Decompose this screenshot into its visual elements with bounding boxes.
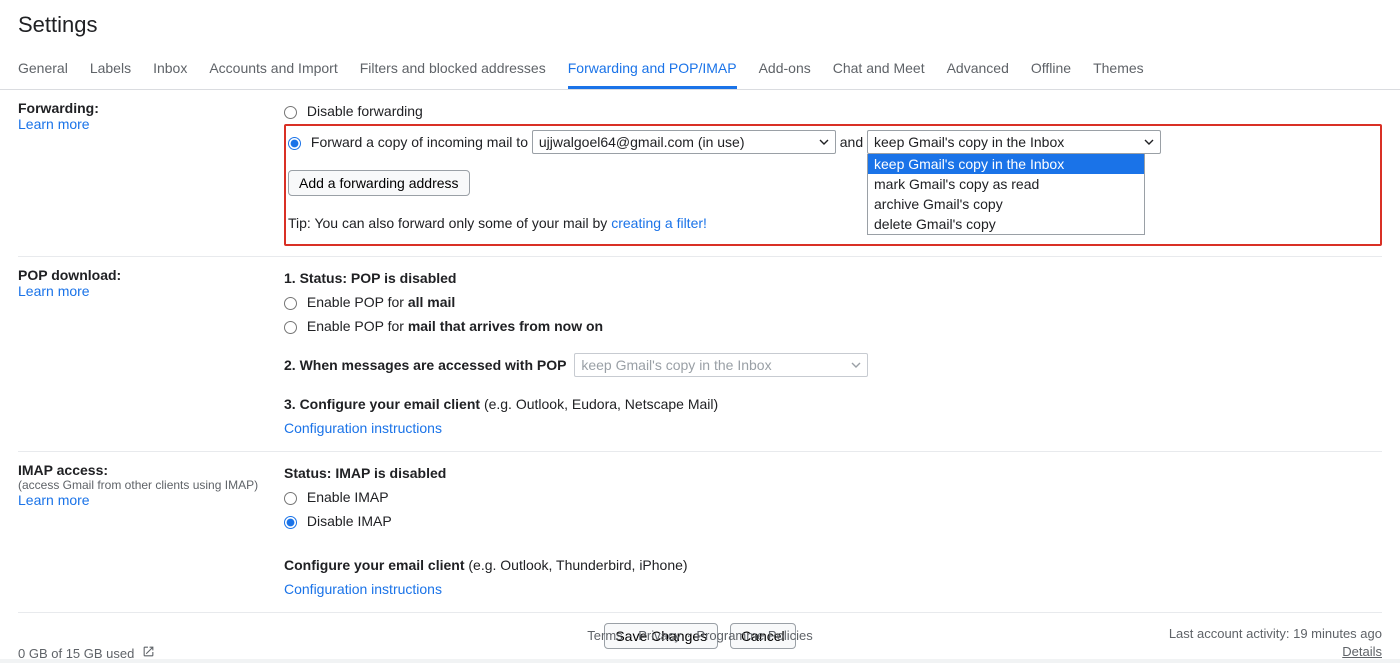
forward-copy-label: Forward a copy of incoming mail to (311, 134, 532, 150)
pop-heading: POP download: (18, 267, 274, 283)
page-title: Settings (0, 0, 1400, 48)
tab-inbox[interactable]: Inbox (153, 48, 187, 89)
settings-tabs: General Labels Inbox Accounts and Import Fil… (0, 48, 1400, 90)
radio-pop-all-mail[interactable] (284, 297, 297, 310)
pop-copy-selected: keep Gmail's copy in the Inbox (581, 357, 771, 373)
section-imap: IMAP access: (access Gmail from other cl… (18, 452, 1382, 613)
forwarding-copy-dropdown[interactable]: keep Gmail's copy in the Inboxmark Gmail… (867, 154, 1145, 235)
forwarding-tip-text: Tip: You can also forward only some of y… (288, 215, 611, 231)
forwarding-highlight-box: Forward a copy of incoming mail to ujjwa… (284, 124, 1382, 246)
section-forwarding: Forwarding: Learn more Disable forwardin… (18, 90, 1382, 257)
add-forwarding-address-button[interactable]: Add a forwarding address (288, 170, 470, 196)
tab-advanced[interactable]: Advanced (947, 48, 1009, 89)
tab-themes[interactable]: Themes (1093, 48, 1144, 89)
imap-configure-rest: (e.g. Outlook, Thunderbird, iPhone) (468, 557, 687, 573)
footer-activity: Last account activity: 19 minutes ago (1169, 625, 1382, 643)
tab-forwarding-and-pop-imap[interactable]: Forwarding and POP/IMAP (568, 48, 737, 89)
forwarding-copy-option[interactable]: archive Gmail's copy (868, 194, 1144, 214)
disable-imap-label: Disable IMAP (307, 513, 392, 529)
forwarding-learn-more-link[interactable]: Learn more (18, 116, 90, 132)
pop-configure-rest: (e.g. Outlook, Eudora, Netscape Mail) (484, 396, 718, 412)
tab-offline[interactable]: Offline (1031, 48, 1071, 89)
forwarding-copy-option[interactable]: delete Gmail's copy (868, 214, 1144, 234)
imap-config-instructions-link[interactable]: Configuration instructions (284, 581, 442, 597)
open-in-new-icon[interactable] (142, 645, 155, 661)
imap-learn-more-link[interactable]: Learn more (18, 492, 90, 508)
radio-pop-from-now[interactable] (284, 321, 297, 334)
radio-disable-imap[interactable] (284, 516, 297, 529)
tab-filters-and-blocked-addresses[interactable]: Filters and blocked addresses (360, 48, 546, 89)
pop-status-prefix: 1. Status: (284, 270, 351, 286)
imap-subnote: (access Gmail from other clients using I… (18, 478, 274, 492)
pop-enable-all-label: Enable POP for (307, 294, 408, 310)
radio-disable-forwarding[interactable] (284, 106, 297, 119)
forwarding-heading: Forwarding: (18, 100, 274, 116)
imap-heading: IMAP access: (18, 462, 274, 478)
imap-status-value: IMAP is disabled (335, 465, 446, 481)
pop-config-instructions-link[interactable]: Configuration instructions (284, 420, 442, 436)
forwarding-copy-option[interactable]: mark Gmail's copy as read (868, 174, 1144, 194)
pop-status-value: POP is disabled (351, 270, 457, 286)
chevron-down-icon (851, 360, 861, 370)
pop-copy-select: keep Gmail's copy in the Inbox (574, 353, 868, 377)
pop-when-accessed-label: 2. When messages are accessed with POP (284, 357, 566, 373)
chevron-down-icon (819, 137, 829, 147)
imap-configure-bold: Configure your email client (284, 557, 468, 573)
forward-and-label: and (840, 134, 867, 150)
tab-add-ons[interactable]: Add-ons (759, 48, 811, 89)
radio-forward-copy[interactable] (288, 137, 301, 150)
footer-details-link[interactable]: Details (1342, 644, 1382, 659)
tab-accounts-and-import[interactable]: Accounts and Import (209, 48, 337, 89)
footer-storage: 0 GB of 15 GB used (18, 645, 155, 661)
tab-general[interactable]: General (18, 48, 68, 89)
section-pop: POP download: Learn more 1. Status: POP … (18, 257, 1382, 452)
chevron-down-icon (1144, 137, 1154, 147)
radio-enable-imap[interactable] (284, 492, 297, 505)
pop-enable-all-bold: all mail (408, 294, 455, 310)
pop-enable-now-bold: mail that arrives from now on (408, 318, 603, 334)
pop-configure-bold: 3. Configure your email client (284, 396, 484, 412)
create-filter-link[interactable]: creating a filter! (611, 215, 707, 231)
forwarding-address-select[interactable]: ujjwalgoel64@gmail.com (in use) (532, 130, 836, 154)
tab-labels[interactable]: Labels (90, 48, 131, 89)
imap-status-prefix: Status: (284, 465, 335, 481)
pop-enable-now-label: Enable POP for (307, 318, 408, 334)
enable-imap-label: Enable IMAP (307, 489, 389, 505)
forwarding-copy-selected: keep Gmail's copy in the Inbox (874, 134, 1064, 150)
tab-chat-and-meet[interactable]: Chat and Meet (833, 48, 925, 89)
pop-learn-more-link[interactable]: Learn more (18, 283, 90, 299)
storage-text: 0 GB of 15 GB used (18, 646, 134, 661)
disable-forwarding-label: Disable forwarding (307, 103, 423, 119)
forwarding-copy-option[interactable]: keep Gmail's copy in the Inbox (868, 154, 1144, 174)
forwarding-address-selected: ujjwalgoel64@gmail.com (in use) (539, 134, 745, 150)
forwarding-copy-select[interactable]: keep Gmail's copy in the Inbox (867, 130, 1161, 154)
